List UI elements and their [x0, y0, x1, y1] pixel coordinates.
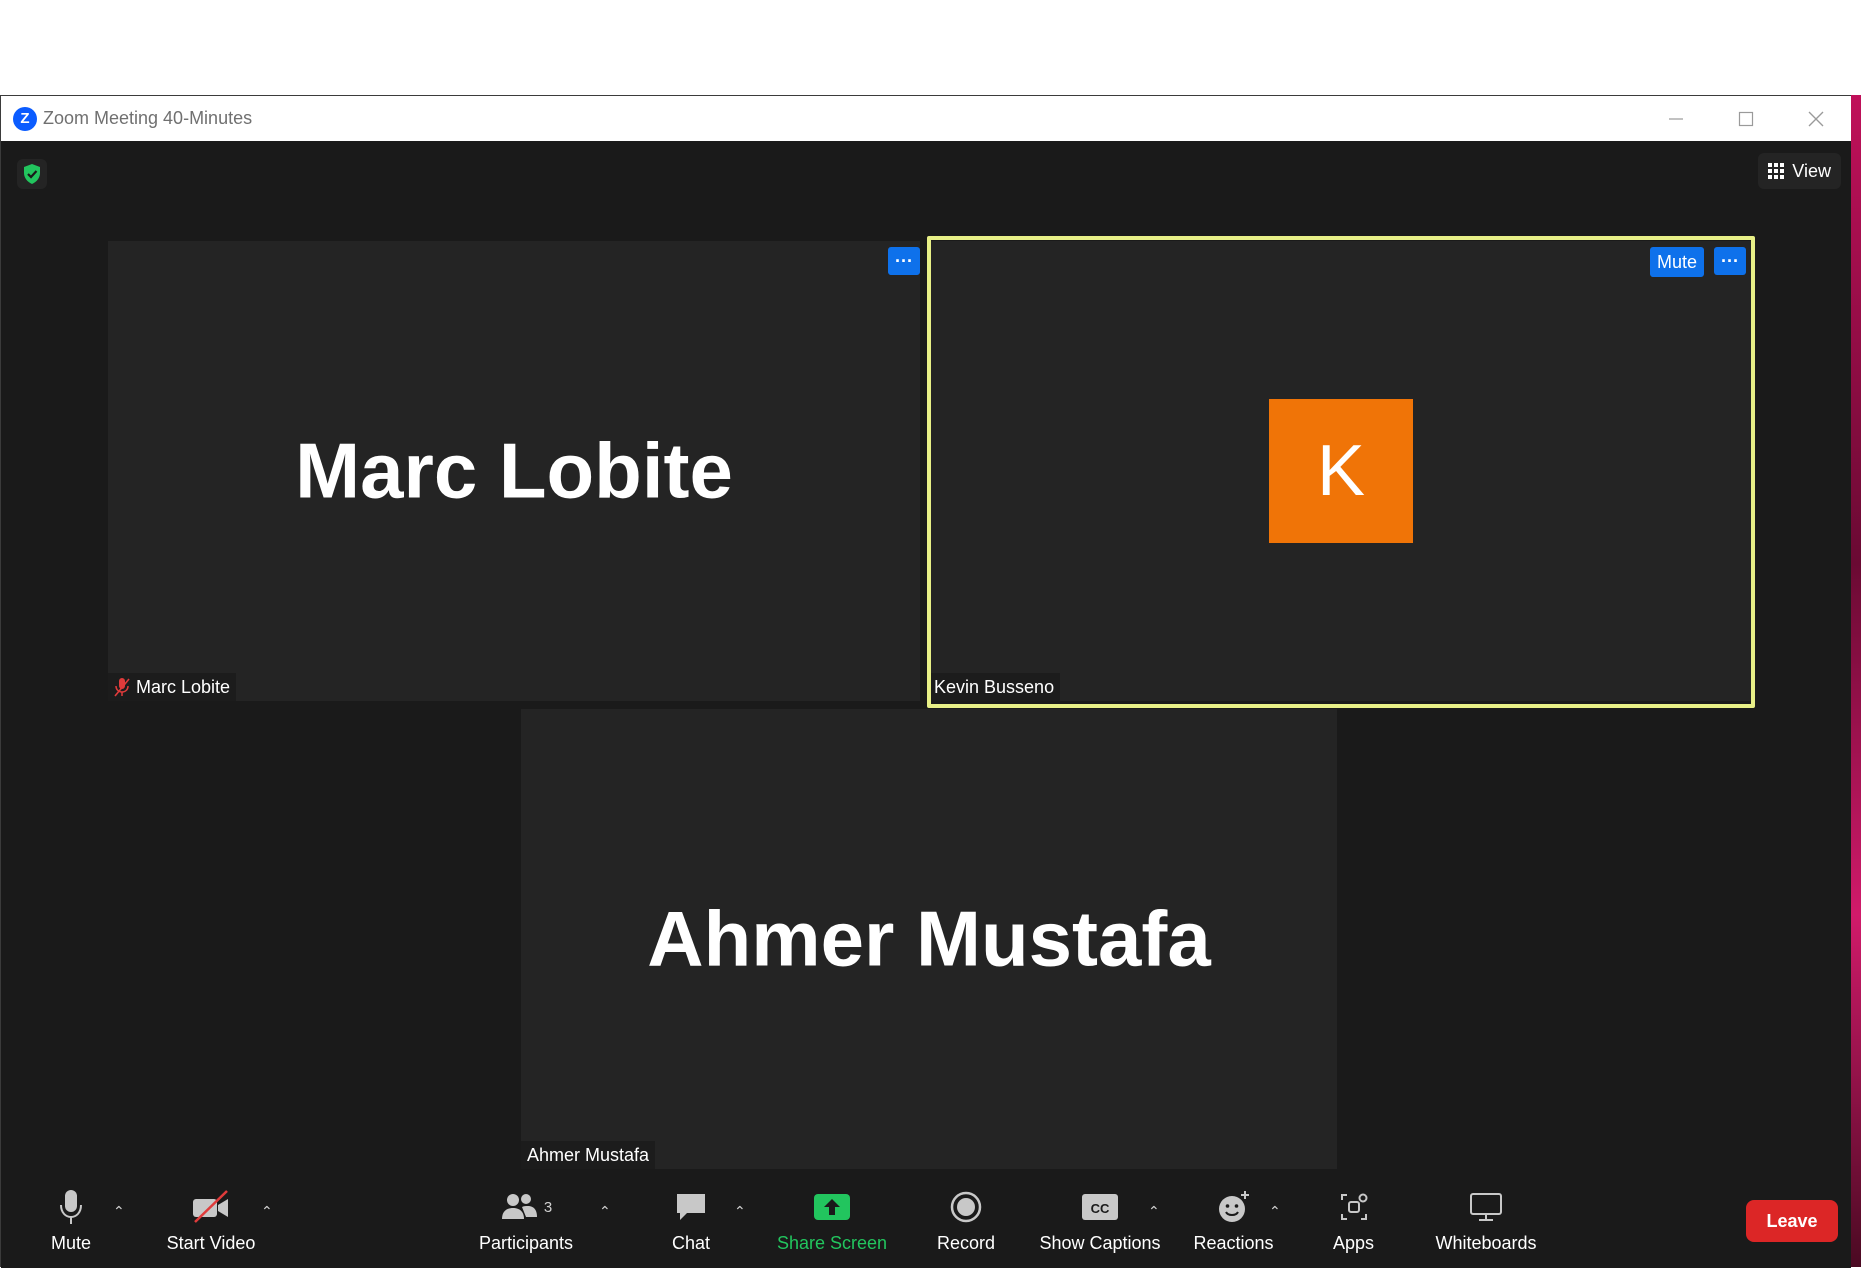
participant-name-tag: Marc Lobite — [108, 673, 237, 701]
video-off-icon — [191, 1187, 231, 1227]
maximize-button[interactable] — [1711, 96, 1781, 141]
participants-options-chevron-up-icon[interactable]: ⌃ — [599, 1203, 611, 1220]
video-options-chevron-up-icon[interactable]: ⌃ — [261, 1203, 273, 1220]
view-label: View — [1792, 160, 1831, 181]
grid-view-icon — [1768, 163, 1785, 179]
view-button[interactable]: View — [1758, 153, 1841, 189]
more-options-button[interactable]: ··· — [888, 247, 920, 275]
participant-display-name: Ahmer Mustafa — [647, 894, 1211, 983]
microphone-icon — [59, 1187, 83, 1227]
chat-button[interactable]: Chat — [661, 1173, 721, 1268]
video-tile-marc[interactable]: Marc Lobite ··· Marc Lobite — [108, 241, 920, 701]
muted-mic-icon — [114, 678, 130, 697]
chat-bubble-icon — [674, 1187, 708, 1227]
apps-icon — [1339, 1187, 1369, 1227]
reactions-label: Reactions — [1193, 1233, 1274, 1253]
reactions-button[interactable]: Reactions — [1186, 1173, 1281, 1268]
title-bar: Z Zoom Meeting 40-Minutes — [1, 96, 1851, 141]
share-screen-label: Share Screen — [776, 1233, 888, 1253]
record-icon — [950, 1187, 982, 1227]
meeting-stage: View Marc Lobite ··· Marc Lobite K Mute … — [1, 141, 1851, 1268]
leave-button[interactable]: Leave — [1746, 1200, 1838, 1242]
share-screen-button[interactable]: Share Screen — [771, 1173, 893, 1268]
audio-options-chevron-up-icon[interactable]: ⌃ — [113, 1203, 125, 1220]
show-captions-button[interactable]: CC Show Captions — [1036, 1173, 1164, 1268]
close-button[interactable] — [1781, 96, 1851, 141]
participant-name: Ahmer Mustafa — [527, 1144, 650, 1165]
chat-label: Chat — [671, 1233, 711, 1253]
reactions-options-chevron-up-icon[interactable]: ⌃ — [1269, 1203, 1281, 1220]
participant-name: Marc Lobite — [136, 676, 231, 697]
close-icon — [1808, 111, 1824, 126]
participant-name-tag: Ahmer Mustafa — [521, 1141, 656, 1169]
maximize-icon — [1738, 111, 1754, 126]
participants-button[interactable]: 3 Participants — [471, 1173, 581, 1268]
encryption-status-button[interactable] — [17, 159, 47, 189]
share-screen-icon — [813, 1187, 851, 1227]
apps-button[interactable]: Apps — [1321, 1173, 1386, 1268]
whiteboards-button[interactable]: Whiteboards — [1426, 1173, 1546, 1268]
record-button[interactable]: Record — [926, 1173, 1006, 1268]
whiteboard-icon — [1469, 1187, 1503, 1227]
desktop-background — [0, 0, 1861, 95]
meeting-toolbar: Mute ⌃ Start Video ⌃ 3 Participants ⌃ Ch… — [1, 1173, 1851, 1268]
participant-name: Kevin Busseno — [934, 676, 1055, 697]
shield-check-icon — [24, 164, 40, 184]
minimize-icon — [1669, 117, 1683, 120]
window-title: Zoom Meeting 40-Minutes — [43, 108, 253, 128]
participant-name-tag: Kevin Busseno — [928, 673, 1061, 701]
chat-options-chevron-up-icon[interactable]: ⌃ — [734, 1203, 746, 1220]
participants-icon — [501, 1194, 537, 1219]
desktop-wallpaper-edge — [1851, 95, 1861, 1267]
participant-display-name: Marc Lobite — [295, 426, 733, 515]
mute-participant-button[interactable]: Mute — [1649, 247, 1704, 277]
participants-icon-group: 3 — [500, 1187, 552, 1227]
show-captions-label: Show Captions — [1039, 1233, 1161, 1253]
video-tile-ahmer[interactable]: Ahmer Mustafa Ahmer Mustafa — [521, 709, 1337, 1169]
start-video-button[interactable]: Start Video — [156, 1173, 266, 1268]
start-video-label: Start Video — [166, 1233, 256, 1253]
zoom-meeting-window: Z Zoom Meeting 40-Minutes View Marc Lobi… — [0, 95, 1851, 1268]
mute-label: Mute — [50, 1233, 92, 1253]
window-controls — [1641, 96, 1851, 141]
zoom-logo-icon: Z — [13, 106, 37, 131]
closed-captions-icon: CC — [1081, 1187, 1119, 1227]
video-tile-kevin[interactable]: K Mute ··· Kevin Busseno — [928, 241, 1754, 701]
minimize-button[interactable] — [1641, 96, 1711, 141]
more-options-button[interactable]: ··· — [1714, 247, 1746, 275]
whiteboards-label: Whiteboards — [1435, 1233, 1537, 1253]
record-label: Record — [936, 1233, 996, 1253]
reactions-smiley-icon — [1217, 1187, 1251, 1227]
svg-text:CC: CC — [1091, 1201, 1110, 1216]
participants-label: Participants — [478, 1233, 574, 1253]
participants-count: 3 — [543, 1198, 553, 1216]
captions-options-chevron-up-icon[interactable]: ⌃ — [1148, 1203, 1160, 1220]
apps-label: Apps — [1332, 1233, 1375, 1253]
mute-button[interactable]: Mute — [31, 1173, 111, 1268]
avatar: K — [1269, 399, 1413, 543]
